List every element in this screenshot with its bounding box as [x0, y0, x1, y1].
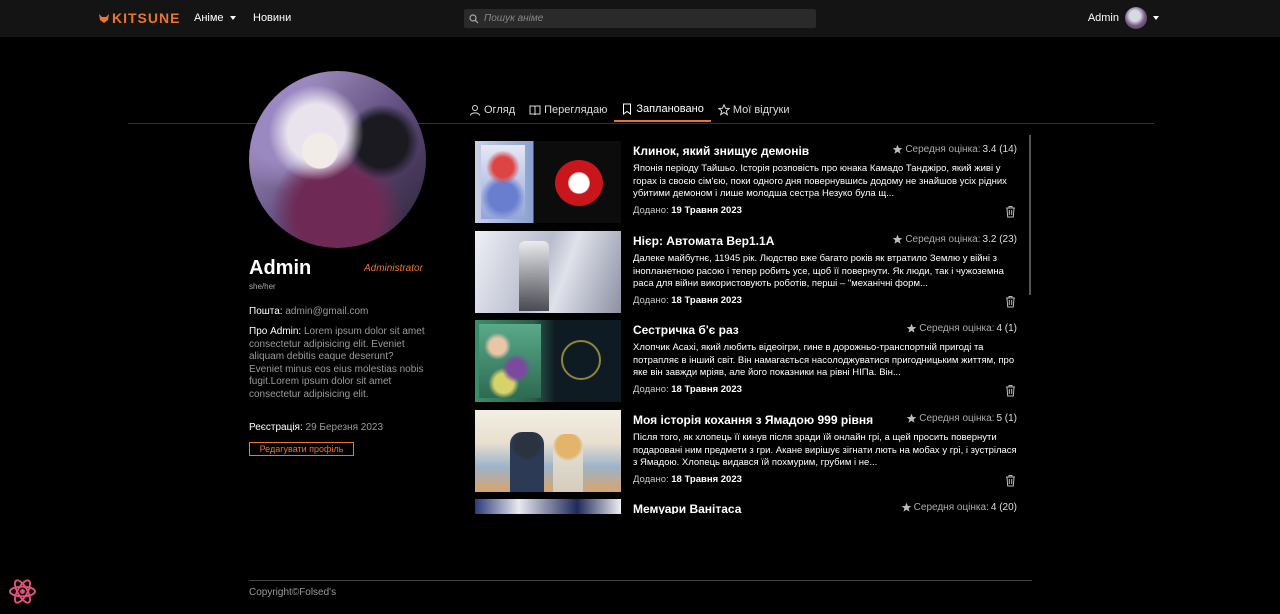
- search-box: [464, 9, 816, 28]
- about-text: Lorem ipsum dolor sit amet consectetur a…: [249, 326, 425, 400]
- anime-title[interactable]: Мемуари Ванітаса: [633, 502, 741, 514]
- poster-image: [475, 231, 621, 313]
- tab-watching[interactable]: Переглядаю: [522, 100, 614, 120]
- avatar: [1125, 7, 1147, 29]
- list-item[interactable]: Мемуари Ванітаса Середня оцінка: 4 (20): [474, 493, 1018, 514]
- email-label: Пошта:: [249, 306, 283, 317]
- rating-value: 4 (1): [996, 323, 1017, 334]
- poster-image: [475, 320, 621, 402]
- added-label: Додано:: [633, 205, 669, 216]
- copyright-text: Copyright©Folsed's: [249, 587, 337, 598]
- trash-icon[interactable]: [1005, 205, 1016, 218]
- tab-label: Переглядаю: [544, 104, 608, 116]
- role-badge: Administrator: [364, 263, 423, 274]
- added-value: 18 Травня 2023: [671, 474, 742, 485]
- planned-list: Клинок, який знищує демонів Середня оцін…: [474, 135, 1030, 514]
- average-rating: Середня оцінка: 4 (20): [901, 502, 1017, 513]
- rating-label: Середня оцінка:: [913, 502, 989, 513]
- user-name: Admin: [1087, 12, 1119, 24]
- email-info: Пошта: admin@gmail.com: [249, 306, 427, 319]
- poster-image: [475, 410, 621, 492]
- list-item[interactable]: Сестричка б'є раз Середня оцінка: 4 (1) …: [474, 314, 1018, 402]
- top-navbar: KITSUNE Аніме Новини Admin: [0, 0, 1280, 37]
- star-icon: [717, 104, 730, 116]
- search-icon: [469, 13, 479, 23]
- registration-date: 29 Березня 2023: [305, 422, 384, 433]
- user-menu[interactable]: Admin: [1088, 7, 1159, 29]
- bookmark-icon: [623, 103, 632, 115]
- star-icon: [906, 413, 917, 423]
- anime-title[interactable]: Клинок, який знищує демонів: [633, 144, 809, 158]
- anime-title[interactable]: Моя історія кохання з Ямадою 999 рівня: [633, 413, 873, 427]
- tab-label: Огляд: [484, 104, 516, 116]
- anime-title[interactable]: Сестричка б'є раз: [633, 323, 739, 337]
- list-item[interactable]: Моя історія кохання з Ямадою 999 рівня С…: [474, 404, 1018, 492]
- average-rating: Середня оцінка: 3.2 (23): [892, 234, 1017, 245]
- tab-overview[interactable]: Огляд: [462, 100, 522, 120]
- added-value: 19 Травня 2023: [671, 205, 742, 216]
- list-scrollbar[interactable]: [1029, 135, 1031, 295]
- poster-image: [475, 499, 621, 514]
- tab-reviews[interactable]: Мої відгуки: [711, 100, 797, 120]
- react-devtools-icon[interactable]: [8, 577, 37, 606]
- added-date: Додано: 19 Травня 2023: [633, 205, 742, 216]
- list-item[interactable]: Клинок, який знищує демонів Середня оцін…: [474, 135, 1018, 223]
- about-label: Про Admin:: [249, 326, 302, 337]
- added-label: Додано:: [633, 474, 669, 485]
- about-info: Про Admin: Lorem ipsum dolor sit amet co…: [249, 326, 427, 401]
- registration-info: Реєстрація: 29 Березня 2023: [249, 422, 427, 435]
- rating-label: Середня оцінка:: [905, 234, 981, 245]
- added-label: Додано:: [633, 384, 669, 395]
- trash-icon[interactable]: [1005, 474, 1016, 487]
- rating-value: 4 (20): [990, 502, 1017, 513]
- added-value: 18 Травня 2023: [671, 384, 742, 395]
- book-icon: [529, 105, 541, 116]
- email-value: admin@gmail.com: [285, 306, 369, 317]
- tab-planned[interactable]: Заплановано: [614, 100, 711, 122]
- tab-label: Мої відгуки: [732, 104, 790, 116]
- star-icon: [893, 234, 903, 244]
- brand-name: KITSUNE: [112, 10, 181, 26]
- rating-value: 3.2 (23): [982, 234, 1017, 245]
- star-icon: [893, 144, 903, 154]
- rating-value: 5 (1): [996, 413, 1017, 424]
- trash-icon[interactable]: [1005, 295, 1016, 308]
- brand-logo[interactable]: KITSUNE: [98, 10, 180, 26]
- added-value: 18 Травня 2023: [671, 295, 742, 306]
- rating-label: Середня оцінка:: [919, 413, 995, 424]
- registration-label: Реєстрація:: [249, 422, 303, 433]
- average-rating: Середня оцінка: 5 (1): [906, 413, 1017, 424]
- chevron-down-icon: [229, 16, 236, 20]
- fox-logo-icon: [99, 14, 109, 23]
- rating-label: Середня оцінка:: [919, 323, 995, 334]
- star-icon: [906, 323, 917, 333]
- chevron-down-icon: [1153, 16, 1159, 20]
- search-input[interactable]: [484, 13, 804, 24]
- pronouns: she/her: [249, 282, 276, 291]
- tab-label: Заплановано: [636, 103, 704, 115]
- anime-dropdown[interactable]: Аніме: [194, 12, 236, 24]
- anime-title[interactable]: Нієр: Автомата Вер1.1А: [633, 234, 774, 248]
- footer-divider: [249, 580, 1032, 581]
- edit-profile-button[interactable]: Редагувати профіль: [249, 442, 354, 456]
- added-date: Додано: 18 Травня 2023: [633, 384, 742, 395]
- user-icon: [470, 105, 480, 116]
- trash-icon[interactable]: [1005, 384, 1016, 397]
- added-date: Додано: 18 Травня 2023: [633, 295, 742, 306]
- rating-value: 3.4 (14): [982, 144, 1017, 155]
- average-rating: Середня оцінка: 4 (1): [906, 323, 1017, 334]
- rating-label: Середня оцінка:: [905, 144, 981, 155]
- poster-image: [475, 141, 621, 223]
- list-item[interactable]: Нієр: Автомата Вер1.1А Середня оцінка: 3…: [474, 225, 1018, 313]
- added-label: Додано:: [633, 295, 669, 306]
- profile-name: Admin: [249, 257, 312, 279]
- news-link[interactable]: Новини: [253, 12, 291, 24]
- star-icon: [901, 502, 911, 512]
- anime-nav-label: Аніме: [194, 12, 224, 24]
- profile-avatar: [249, 71, 426, 248]
- average-rating: Середня оцінка: 3.4 (14): [892, 144, 1017, 155]
- profile-tabs: Огляд Переглядаю Заплановано Мої відгуки: [462, 100, 797, 123]
- added-date: Додано: 18 Травня 2023: [633, 474, 742, 485]
